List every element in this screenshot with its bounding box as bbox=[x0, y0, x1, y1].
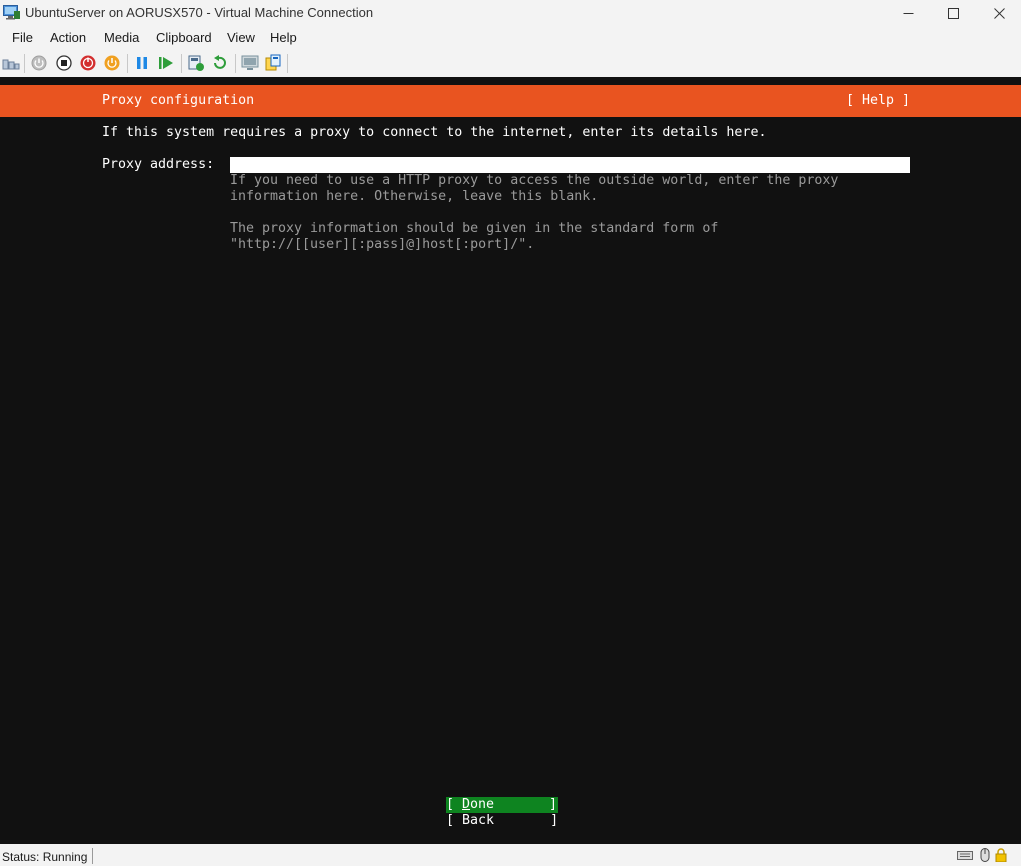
pause-icon[interactable] bbox=[133, 54, 151, 72]
intro-text: If this system requires a proxy to conne… bbox=[102, 125, 767, 140]
proxy-address-label: Proxy address: bbox=[102, 157, 215, 172]
proxy-help-line: information here. Otherwise, leave this … bbox=[230, 189, 599, 204]
toolbar-separator bbox=[24, 54, 25, 73]
maximize-button[interactable] bbox=[930, 0, 976, 26]
menu-view[interactable]: View bbox=[227, 30, 255, 45]
keyboard-icon bbox=[957, 851, 973, 860]
proxy-help-line: The proxy information should be given in… bbox=[230, 221, 719, 236]
toolbar-separator bbox=[127, 54, 128, 73]
minimize-icon bbox=[903, 12, 913, 14]
menu-bar: File Action Media Clipboard View Help bbox=[0, 26, 1021, 50]
vm-connection-app-icon bbox=[3, 5, 20, 20]
close-button[interactable] bbox=[976, 0, 1021, 26]
vm-screen[interactable]: Proxy configuration [ Help ] If this sys… bbox=[0, 77, 1021, 844]
menu-media[interactable]: Media bbox=[104, 30, 139, 45]
toolbar-separator bbox=[235, 54, 236, 73]
vm-status: Status: Running bbox=[2, 850, 88, 864]
done-button-close: ] bbox=[549, 797, 558, 812]
revert-icon[interactable] bbox=[211, 54, 229, 72]
resume-icon[interactable] bbox=[157, 54, 175, 72]
shutdown-icon[interactable] bbox=[79, 54, 97, 72]
status-bar: Status: Running bbox=[0, 844, 1021, 866]
done-button-label: one bbox=[470, 797, 495, 812]
enhanced-session-icon[interactable] bbox=[241, 54, 259, 72]
installer-help-button[interactable]: [ Help ] bbox=[846, 93, 910, 108]
installer-title: Proxy configuration bbox=[102, 93, 255, 108]
menu-clipboard[interactable]: Clipboard bbox=[156, 30, 212, 45]
mouse-icon bbox=[980, 848, 990, 862]
close-icon bbox=[993, 7, 1005, 19]
done-button-open: [ bbox=[446, 797, 463, 812]
back-button[interactable]: [ Back ] bbox=[446, 813, 558, 829]
lock-icon bbox=[995, 848, 1007, 862]
save-icon[interactable] bbox=[103, 54, 121, 72]
maximize-icon bbox=[947, 7, 959, 19]
minimize-button[interactable] bbox=[885, 0, 931, 26]
menu-help[interactable]: Help bbox=[270, 30, 297, 45]
title-bar: UbuntuServer on AORUSX570 - Virtual Mach… bbox=[0, 0, 1021, 26]
toolbar-separator bbox=[287, 54, 288, 73]
status-separator bbox=[92, 848, 93, 864]
toolbar bbox=[0, 50, 1021, 77]
start-icon[interactable] bbox=[30, 54, 48, 72]
checkpoint-icon[interactable] bbox=[187, 54, 205, 72]
window-title: UbuntuServer on AORUSX570 - Virtual Mach… bbox=[25, 5, 374, 20]
proxy-help-line: "http://[[user][:pass]@]host[:port]/". bbox=[230, 237, 535, 252]
proxy-help-line: If you need to use a HTTP proxy to acces… bbox=[230, 173, 839, 188]
toolbar-separator bbox=[181, 54, 182, 73]
proxy-address-input[interactable] bbox=[230, 157, 910, 173]
menu-file[interactable]: File bbox=[12, 30, 33, 45]
menu-action[interactable]: Action bbox=[50, 30, 86, 45]
done-button[interactable]: [ Done] bbox=[446, 797, 558, 813]
ctrl-alt-del-icon[interactable] bbox=[2, 54, 20, 72]
turn-off-icon[interactable] bbox=[55, 54, 73, 72]
done-button-hotkey: D bbox=[462, 797, 471, 812]
share-icon[interactable] bbox=[264, 54, 282, 72]
